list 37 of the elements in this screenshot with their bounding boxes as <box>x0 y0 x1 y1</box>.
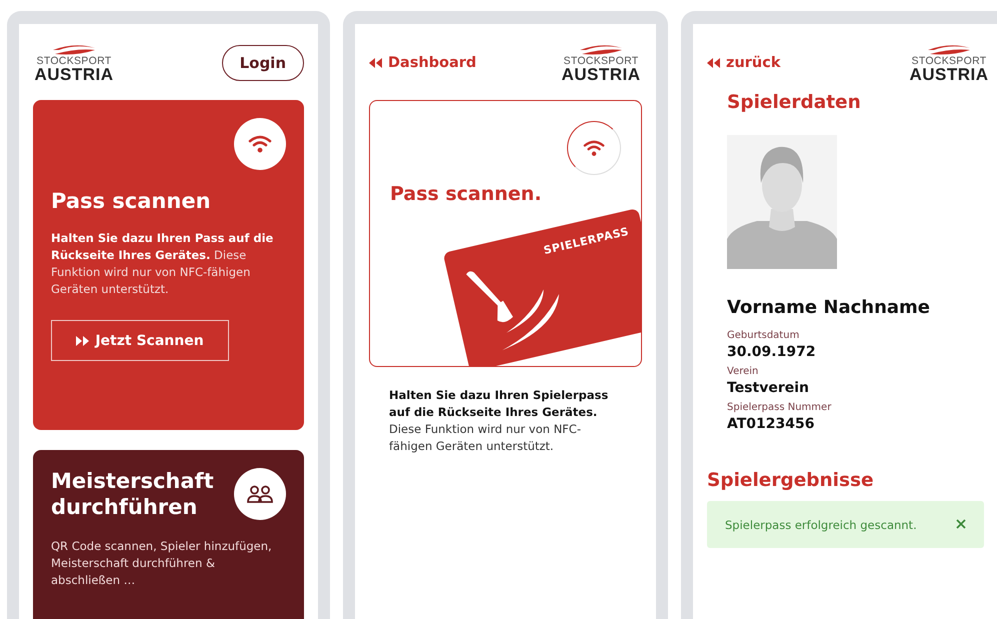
double-right-arrow-icon <box>76 336 90 346</box>
scan-now-button[interactable]: Jetzt Scannen <box>51 320 229 361</box>
logo-swoosh-icon <box>578 44 624 56</box>
field-value: Testverein <box>727 380 810 396</box>
logo-swoosh-icon <box>926 44 972 56</box>
logo-text: AUSTRIA <box>561 66 641 82</box>
player-name: Vorname Nachname <box>727 297 932 318</box>
logo-text: AUSTRIA <box>34 66 114 82</box>
back-link[interactable]: Dashboard <box>369 55 476 71</box>
card-title: Pass scannen <box>51 188 212 214</box>
users-icon <box>247 485 273 503</box>
card-title: Meisterschaft durchführen <box>51 468 215 520</box>
card-description: QR Code scannen, Spieler hinzufügen, Meisterschaft durchführen & abschließen … <box>51 538 273 589</box>
logo-swoosh-icon <box>51 44 97 56</box>
field-label: Verein <box>727 366 760 377</box>
back-link[interactable]: zurück <box>707 55 780 71</box>
field-value: 30.09.1972 <box>727 344 817 360</box>
section-heading: Spielerdaten <box>727 92 862 113</box>
login-button[interactable]: Login <box>222 45 304 81</box>
double-left-arrow-icon <box>369 58 382 68</box>
close-icon <box>956 519 966 529</box>
wifi-icon <box>583 139 605 157</box>
section-heading: Spielergebnisse <box>707 470 875 491</box>
logo-text: STOCKSPORT <box>912 56 986 66</box>
field-value: AT0123456 <box>727 416 816 432</box>
field-label: Geburtsdatum <box>727 330 800 341</box>
logo-text: AUSTRIA <box>909 66 989 82</box>
instruction-text: Halten Sie dazu Ihren Spielerpass auf die Rückseite Ihres Gerätes. Diese Funktion wird nur von NFC-fähigen Geräten unterstützt. <box>388 387 610 455</box>
panel-title: Pass scannen. <box>390 183 542 205</box>
double-left-arrow-icon <box>707 58 720 68</box>
logo-text: STOCKSPORT <box>36 56 112 66</box>
card-description: Halten Sie dazu Ihren Pass auf die Rückseite Ihres Gerätes. Diese Funktion wird nur von NFC-fähigen Geräten unterstützt. <box>51 230 274 298</box>
alert-message: Spielerpass erfolgreich gescannt. <box>725 518 917 532</box>
field-label: Spielerpass Nummer <box>727 402 832 413</box>
logo-text: STOCKSPORT <box>564 56 638 66</box>
wifi-icon <box>248 134 272 154</box>
championship-card[interactable]: Meisterschaft durchführen QR Code scannen, Spieler hinzufügen, Meisterschaft durchführen & abschließen … <box>33 450 304 619</box>
